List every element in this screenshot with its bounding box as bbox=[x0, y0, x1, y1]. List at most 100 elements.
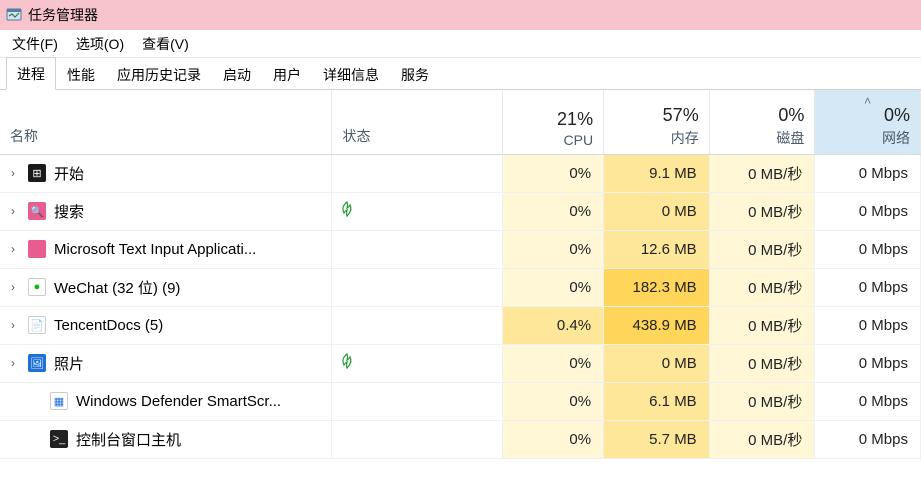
column-header-name-label: 名称 bbox=[10, 128, 38, 144]
process-cpu-cell: 0% bbox=[503, 382, 604, 420]
column-header-disk[interactable]: 0% 磁盘 bbox=[709, 90, 815, 154]
tab-performance[interactable]: 性能 bbox=[56, 58, 106, 90]
process-cpu-cell: 0% bbox=[503, 154, 604, 192]
process-icon: 🖼 bbox=[28, 354, 46, 372]
process-cpu-cell: 0% bbox=[503, 268, 604, 306]
table-row[interactable]: ›🔍搜索0%0 MB0 MB/秒0 Mbps bbox=[0, 192, 921, 230]
process-disk-cell: 0 MB/秒 bbox=[709, 306, 815, 344]
process-disk-cell: 0 MB/秒 bbox=[709, 230, 815, 268]
column-header-name[interactable]: 名称 bbox=[0, 90, 332, 154]
process-status-cell bbox=[332, 154, 503, 192]
cpu-total-percent: 21% bbox=[513, 109, 593, 130]
process-icon: ⊞ bbox=[28, 164, 46, 182]
column-header-status[interactable]: 状态 bbox=[332, 90, 503, 154]
titlebar[interactable]: 任务管理器 bbox=[0, 0, 921, 30]
process-table-wrap: 名称 状态 21% CPU 57% 内存 0% 磁盘 ˄ bbox=[0, 90, 921, 459]
column-header-cpu[interactable]: 21% CPU bbox=[503, 90, 604, 154]
process-memory-cell: 9.1 MB bbox=[604, 154, 710, 192]
process-disk-cell: 0 MB/秒 bbox=[709, 420, 815, 458]
chevron-right-icon[interactable]: › bbox=[6, 242, 20, 256]
process-name-cell[interactable]: › Microsoft Text Input Applicati... bbox=[0, 230, 332, 268]
menu-file[interactable]: 文件(F) bbox=[4, 31, 66, 57]
process-icon: 📄 bbox=[28, 316, 46, 334]
process-name-cell[interactable]: ›●WeChat (32 位) (9) bbox=[0, 268, 332, 306]
column-header-network[interactable]: ˄ 0% 网络 bbox=[815, 90, 921, 154]
process-disk-cell: 0 MB/秒 bbox=[709, 192, 815, 230]
tab-users[interactable]: 用户 bbox=[262, 58, 312, 90]
process-icon bbox=[28, 240, 46, 258]
tab-processes[interactable]: 进程 bbox=[6, 57, 56, 90]
table-row[interactable]: › ⊞ 开始 0%9.1 MB0 MB/秒0 Mbps bbox=[0, 154, 921, 192]
process-memory-cell: 5.7 MB bbox=[604, 420, 710, 458]
chevron-right-icon[interactable]: › bbox=[6, 204, 20, 218]
process-memory-cell: 182.3 MB bbox=[604, 268, 710, 306]
process-memory-cell: 6.1 MB bbox=[604, 382, 710, 420]
process-name-cell[interactable]: › ⊞ 开始 bbox=[0, 154, 332, 192]
leaf-icon bbox=[340, 204, 354, 221]
process-name-cell[interactable]: › 🖼 照片 bbox=[0, 344, 332, 382]
table-row[interactable]: › Microsoft Text Input Applicati... 0%12.6… bbox=[0, 230, 921, 268]
process-disk-cell: 0 MB/秒 bbox=[709, 382, 815, 420]
process-network-cell: 0 Mbps bbox=[815, 344, 921, 382]
process-network-cell: 0 Mbps bbox=[815, 192, 921, 230]
process-icon: ● bbox=[28, 278, 46, 296]
process-cpu-cell: 0% bbox=[503, 230, 604, 268]
menu-options[interactable]: 选项(O) bbox=[68, 31, 132, 57]
chevron-right-icon[interactable]: › bbox=[6, 318, 20, 332]
process-disk-cell: 0 MB/秒 bbox=[709, 268, 815, 306]
table-row[interactable]: >_控制台窗口主机 0%5.7 MB0 MB/秒0 Mbps bbox=[0, 420, 921, 458]
process-icon: 🔍 bbox=[28, 202, 46, 220]
process-name-label: Microsoft Text Input Applicati... bbox=[54, 241, 331, 258]
process-network-cell: 0 Mbps bbox=[815, 154, 921, 192]
column-header-disk-label: 磁盘 bbox=[720, 128, 805, 148]
process-network-cell: 0 Mbps bbox=[815, 420, 921, 458]
process-status-cell bbox=[332, 192, 503, 230]
process-name-cell[interactable]: ›📄TencentDocs (5) bbox=[0, 306, 332, 344]
process-icon: ▦ bbox=[50, 392, 68, 410]
process-status-cell bbox=[332, 344, 503, 382]
process-name-label: 开始 bbox=[54, 163, 331, 184]
chevron-right-icon[interactable]: › bbox=[6, 166, 20, 180]
process-network-cell: 0 Mbps bbox=[815, 306, 921, 344]
tab-details[interactable]: 详细信息 bbox=[312, 58, 390, 90]
table-header-row: 名称 状态 21% CPU 57% 内存 0% 磁盘 ˄ bbox=[0, 90, 921, 154]
tab-startup[interactable]: 启动 bbox=[212, 58, 262, 90]
process-cpu-cell: 0% bbox=[503, 420, 604, 458]
process-status-cell bbox=[332, 268, 503, 306]
process-icon: >_ bbox=[50, 430, 68, 448]
chevron-right-icon[interactable]: › bbox=[6, 280, 20, 294]
leaf-icon bbox=[340, 356, 354, 373]
column-header-status-label: 状态 bbox=[342, 128, 370, 144]
menubar: 文件(F) 选项(O) 查看(V) bbox=[0, 30, 921, 58]
column-header-network-label: 网络 bbox=[825, 128, 910, 148]
process-network-cell: 0 Mbps bbox=[815, 230, 921, 268]
table-row[interactable]: ›🖼照片0%0 MB0 MB/秒0 Mbps bbox=[0, 344, 921, 382]
process-memory-cell: 0 MB bbox=[604, 192, 710, 230]
process-name-label: Windows Defender SmartScr... bbox=[76, 393, 331, 410]
process-disk-cell: 0 MB/秒 bbox=[709, 344, 815, 382]
window-title: 任务管理器 bbox=[28, 5, 98, 25]
process-cpu-cell: 0% bbox=[503, 192, 604, 230]
table-row[interactable]: ›📄TencentDocs (5)0.4%438.9 MB0 MB/秒0 Mbp… bbox=[0, 306, 921, 344]
process-name-cell[interactable]: ▦ Windows Defender SmartScr... bbox=[0, 382, 332, 420]
process-network-cell: 0 Mbps bbox=[815, 268, 921, 306]
process-cpu-cell: 0.4% bbox=[503, 306, 604, 344]
menu-view[interactable]: 查看(V) bbox=[134, 31, 197, 57]
process-name-cell[interactable]: ›🔍搜索 bbox=[0, 192, 332, 230]
app-icon bbox=[6, 7, 22, 23]
chevron-right-icon[interactable]: › bbox=[6, 356, 20, 370]
process-memory-cell: 12.6 MB bbox=[604, 230, 710, 268]
table-row[interactable]: ›●WeChat (32 位) (9)0%182.3 MB0 MB/秒0 Mbp… bbox=[0, 268, 921, 306]
process-disk-cell: 0 MB/秒 bbox=[709, 154, 815, 192]
tab-app-history[interactable]: 应用历史记录 bbox=[106, 58, 212, 90]
process-status-cell bbox=[332, 230, 503, 268]
process-name-cell[interactable]: >_控制台窗口主机 bbox=[0, 420, 332, 458]
table-row[interactable]: ▦ Windows Defender SmartScr... 0%6.1 MB0 M… bbox=[0, 382, 921, 420]
column-header-memory[interactable]: 57% 内存 bbox=[604, 90, 710, 154]
sort-ascending-icon: ˄ bbox=[864, 94, 871, 108]
process-name-label: 照片 bbox=[54, 353, 331, 374]
process-memory-cell: 438.9 MB bbox=[604, 306, 710, 344]
tabs: 进程 性能 应用历史记录 启动 用户 详细信息 服务 bbox=[0, 58, 921, 90]
process-status-cell bbox=[332, 420, 503, 458]
tab-services[interactable]: 服务 bbox=[390, 58, 440, 90]
